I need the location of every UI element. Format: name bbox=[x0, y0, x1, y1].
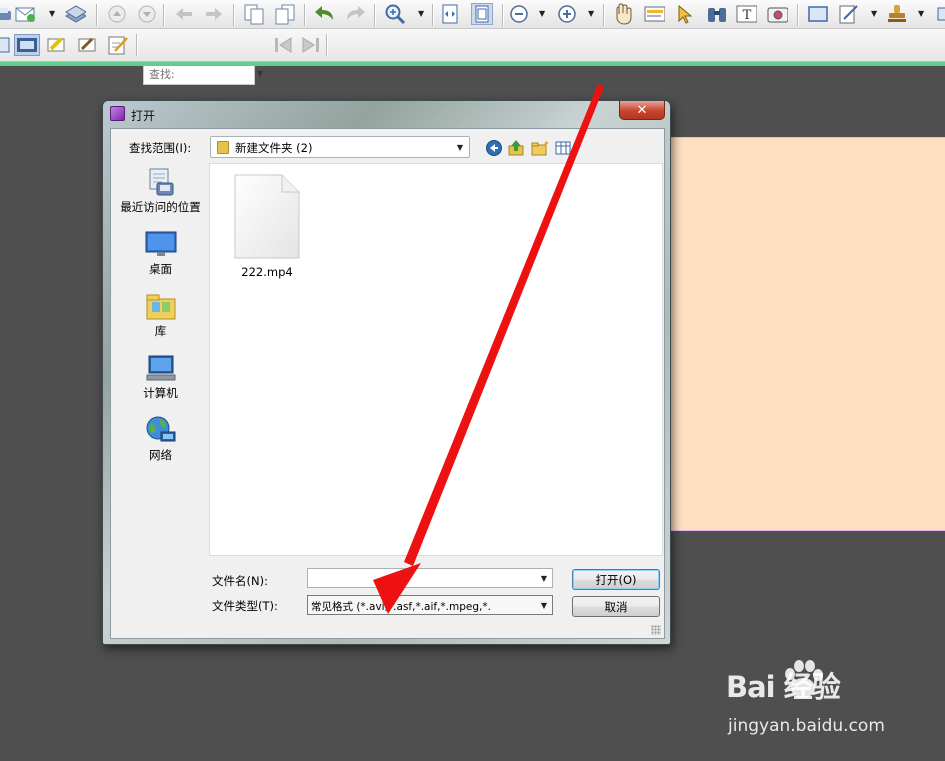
watermark-url: jingyan.baidu.com bbox=[728, 716, 885, 736]
paw-icon bbox=[785, 660, 823, 698]
baidu-jingyan-watermark: Bai 经验 jingyan.baidu.com bbox=[726, 660, 926, 744]
annotation-arrow bbox=[373, 84, 604, 614]
